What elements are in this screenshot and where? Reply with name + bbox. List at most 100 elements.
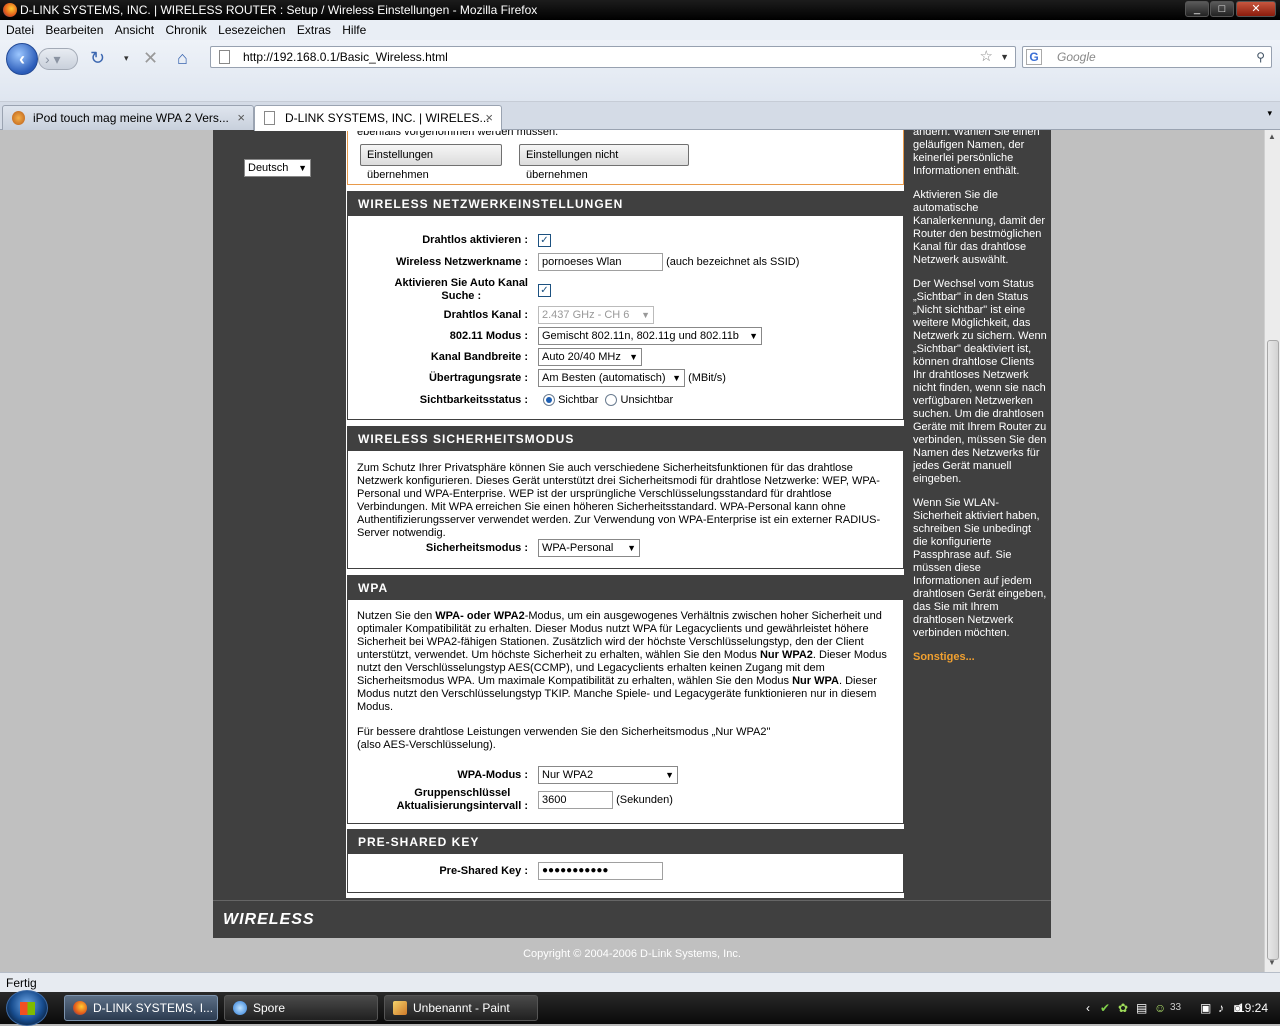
firefox-icon [3,3,17,17]
page-favicon-icon [264,111,275,125]
chevron-down-icon: ▼ [641,310,650,321]
menu-chronik[interactable]: Chronik [165,23,206,37]
field-value: ●●●●●●●●●●● [538,862,663,881]
menu-hilfe[interactable]: Hilfe [342,23,366,37]
psk-row: Pre-Shared Key : ●●●●●●●●●●● [348,862,903,881]
minimize-button[interactable]: _ [1185,1,1209,17]
field-label: Pre-Shared Key : [439,865,528,877]
forward-button[interactable]: › ▾ [38,48,78,70]
search-icon[interactable]: ⚲ [1256,47,1265,67]
menu-datei[interactable]: Datei [6,23,34,37]
bookmark-star-icon[interactable]: ☆ [980,47,993,67]
invisible-radio[interactable] [605,394,618,407]
rate-row: Übertragungsrate : Am Besten (automatisc… [348,369,903,388]
chevron-down-icon: ▼ [672,373,681,384]
taskbar-item-firefox[interactable]: D-LINK SYSTEMS, I... [64,995,218,1021]
rate-select[interactable]: Am Besten (automatisch) ▼ [538,369,685,388]
navigation-toolbar: ‹ › ▾ ↻ ▾ ✕ ⌂ http://192.168.0.1/Basic_W… [0,40,1280,102]
tab-ipod[interactable]: iPod touch mag meine WPA 2 Vers... × [2,105,254,130]
chevron-down-icon: ▼ [629,352,638,363]
enable-wireless-row: Drahtlos aktivieren : ✓ [348,231,903,249]
section-heading: WIRELESS NETZWERKEINSTELLUNGEN [348,192,903,216]
google-engine-icon[interactable]: G [1026,49,1042,65]
home-icon[interactable]: ⌂ [177,48,188,68]
rate-unit: (MBit/s) [688,372,726,384]
menu-bearbeiten[interactable]: Bearbeiten [45,23,103,37]
page-footer: WIRELESS [213,900,1051,938]
enable-wireless-checkbox[interactable]: ✓ [538,233,551,247]
taskbar-item-paint[interactable]: Unbenannt - Paint [384,995,538,1021]
80211-mode-select[interactable]: Gemischt 802.11n, 802.11g und 802.11b ▼ [538,327,762,346]
field-value: pornoeses Wlan (auch bezeichnet als SSID… [538,253,800,272]
maximize-button[interactable]: □ [1210,1,1234,17]
help-text: Wenn Sie WLAN-Sicherheit aktiviert haben… [913,497,1047,639]
tab-dlink[interactable]: D-LINK SYSTEMS, INC. | WIRELES... × [254,105,502,131]
ssid-row: Wireless Netzwerkname : pornoeses Wlan (… [348,253,903,272]
search-bar[interactable]: G Google ⚲ [1022,46,1272,68]
router-page: Deutsch ▼ ebenfalls vorgenommen werden m… [213,130,1051,938]
field-label: Übertragungsrate : [428,372,528,384]
reload-icon[interactable]: ↻ [90,48,105,68]
scrollbar-thumb[interactable] [1267,340,1279,960]
url-text: http://192.168.0.1/Basic_Wireless.html [243,50,448,64]
url-dropdown-icon[interactable]: ▼ [1000,47,1009,67]
chevron-down-icon: ▼ [665,770,674,781]
more-link[interactable]: Sonstiges... [913,651,1047,664]
status-bar: Fertig [0,972,1280,992]
scroll-down-icon[interactable]: ▼ [1268,958,1276,967]
field-label: Sicherheitsmodus : [425,542,528,554]
psk-input[interactable]: ●●●●●●●●●●● [538,862,663,881]
contacts-icon[interactable]: ☺ [1154,992,1166,1024]
wpa-recommendation: Für bessere drahtlose Leistungen verwend… [357,726,771,751]
tab-bar: iPod touch mag meine WPA 2 Vers... × D-L… [0,102,1280,131]
status-text: Fertig [6,976,37,990]
ssid-note: (auch bezeichnet als SSID) [666,256,800,268]
menu-bar: Datei Bearbeiten Ansicht Chronik Lesezei… [0,20,1280,40]
show-hidden-icons-icon[interactable]: ‹ [1086,992,1090,1024]
field-label: Kanal Bandbreite : [430,351,528,363]
language-select[interactable]: Deutsch ▼ [244,159,311,177]
history-dropdown-icon[interactable]: ▾ [124,48,129,68]
vertical-scrollbar[interactable]: ▲ ▼ [1264,130,1280,972]
taskbar-item-spore[interactable]: Spore [224,995,378,1021]
network-icon[interactable]: ▣ [1200,992,1211,1024]
security-mode-select[interactable]: WPA-Personal ▼ [538,539,640,558]
close-window-button[interactable]: ✕ [1236,1,1276,17]
menu-ansicht[interactable]: Ansicht [115,23,154,37]
field-label: WPA-Modus : [457,769,528,781]
auto-channel-checkbox[interactable]: ✓ [538,283,551,297]
visible-radio[interactable] [543,394,555,407]
close-tab-icon[interactable]: × [485,106,493,130]
menu-lesezeichen[interactable]: Lesezeichen [218,23,285,37]
section-heading: WPA [348,576,903,600]
ssid-input[interactable]: pornoeses Wlan [538,253,663,272]
tab-list-icon[interactable]: ▾ [1267,108,1272,119]
field-label: Sichtbarkeitsstatus : [419,394,528,406]
menu-extras[interactable]: Extras [297,23,331,37]
stop-icon[interactable]: ✕ [143,48,158,68]
wpa-mode-select[interactable]: Nur WPA2 ▼ [538,766,678,785]
clock[interactable]: 19:24 [1238,992,1268,1024]
apply-settings-button[interactable]: Einstellungen übernehmen [360,144,502,181]
spore-icon [233,1001,247,1015]
bandwidth-select[interactable]: Auto 20/40 MHz ▼ [538,348,642,367]
discard-settings-button[interactable]: Einstellungen nicht übernehmen [519,144,689,181]
field-value: Am Besten (automatisch) ▼ (MBit/s) [538,369,726,388]
top-note: ebenfalls vorgenommen werden müssen. [357,130,559,138]
volume-icon[interactable]: ♪ [1218,992,1224,1024]
scroll-up-icon[interactable]: ▲ [1268,132,1276,141]
invisible-label: Unsichtbar [620,394,674,406]
url-bar[interactable]: http://192.168.0.1/Basic_Wireless.html ☆… [210,46,1016,68]
start-button[interactable] [6,990,48,1026]
tray-window-icon[interactable]: ▤ [1136,992,1147,1024]
clover-icon[interactable]: ✿ [1118,992,1128,1024]
group-key-interval-input[interactable]: 3600 [538,791,613,810]
text-run-bold: Nur WPA2 [759,649,813,661]
close-tab-icon[interactable]: × [237,106,245,130]
back-button[interactable]: ‹ [6,43,38,75]
tab-label: iPod touch mag meine WPA 2 Vers... [33,111,229,125]
label-line: Suche : [441,290,482,302]
label-line: Aktivieren Sie Auto Kanal [394,277,528,289]
field-value: 2.437 GHz - CH 6 ▼ [538,306,654,325]
messenger-icon[interactable]: ✔ [1100,992,1110,1024]
